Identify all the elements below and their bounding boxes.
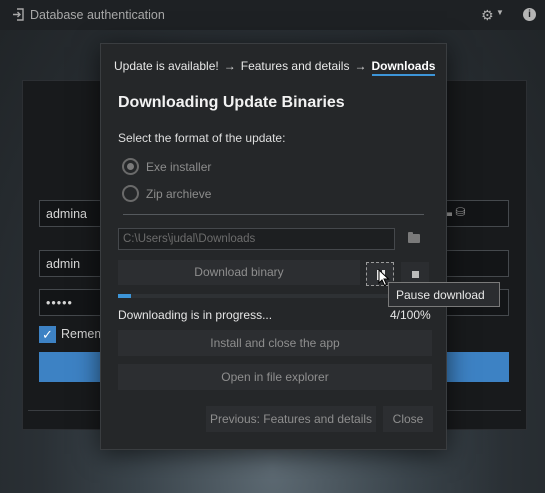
remember-checkbox[interactable]: ✓ bbox=[39, 326, 56, 343]
previous-button[interactable]: Previous: Features and details bbox=[206, 406, 376, 432]
gear-icon[interactable]: ⚙ bbox=[481, 7, 494, 24]
active-step-underline bbox=[372, 74, 435, 76]
chevron-down-icon[interactable]: ▼ bbox=[496, 8, 504, 17]
radio-label: Exe installer bbox=[146, 159, 212, 174]
radio-exe-installer[interactable]: Exe installer bbox=[122, 158, 211, 175]
radio-button[interactable] bbox=[122, 185, 139, 202]
breadcrumb-downloads[interactable]: Downloads bbox=[371, 59, 435, 73]
install-and-close-button[interactable]: Install and close the app bbox=[118, 330, 432, 356]
arrow-right-icon: → bbox=[223, 59, 236, 73]
radio-button-checked[interactable] bbox=[122, 158, 139, 175]
update-dialog: Update is available! → Features and detail… bbox=[100, 43, 447, 450]
server-field[interactable]: admina bbox=[39, 200, 108, 227]
password-field[interactable]: ••••• bbox=[39, 289, 108, 316]
remember-label: Remem bbox=[61, 327, 105, 341]
radio-label: Zip archieve bbox=[146, 186, 212, 201]
browse-folder-button[interactable] bbox=[404, 231, 426, 248]
radio-zip-archive[interactable]: Zip archieve bbox=[122, 185, 211, 202]
arrow-right-icon: → bbox=[354, 59, 367, 73]
download-binary-button[interactable]: Download binary bbox=[118, 260, 360, 285]
breadcrumb: Update is available! → Features and detail… bbox=[114, 59, 435, 73]
dialog-title: Downloading Update Binaries bbox=[118, 94, 345, 111]
mouse-pointer-icon bbox=[378, 269, 390, 287]
window-title: Database authentication bbox=[30, 8, 165, 22]
title-bar: Database authentication ⚙ ▼ i bbox=[0, 0, 545, 30]
breadcrumb-features[interactable]: Features and details bbox=[241, 59, 350, 73]
status-text: Downloading is in progress... bbox=[118, 308, 273, 322]
download-path-field[interactable]: C:\Users\judal\Downloads bbox=[118, 228, 395, 250]
progress-fill bbox=[118, 294, 131, 298]
format-prompt: Select the format of the update: bbox=[118, 131, 286, 145]
username-field[interactable]: admin bbox=[39, 250, 108, 277]
download-progress-bar bbox=[118, 294, 432, 298]
close-button[interactable]: Close bbox=[383, 406, 433, 432]
progress-count: 4/100% bbox=[390, 308, 431, 322]
sign-in-icon bbox=[13, 8, 24, 21]
pause-download-tooltip: Pause download bbox=[388, 282, 500, 307]
folder-icon bbox=[408, 232, 420, 243]
breadcrumb-update-available[interactable]: Update is available! bbox=[114, 59, 219, 73]
open-file-explorer-button[interactable]: Open in file explorer bbox=[118, 364, 432, 390]
divider bbox=[123, 214, 424, 215]
info-icon[interactable]: i bbox=[523, 8, 536, 21]
stop-icon bbox=[412, 271, 419, 278]
